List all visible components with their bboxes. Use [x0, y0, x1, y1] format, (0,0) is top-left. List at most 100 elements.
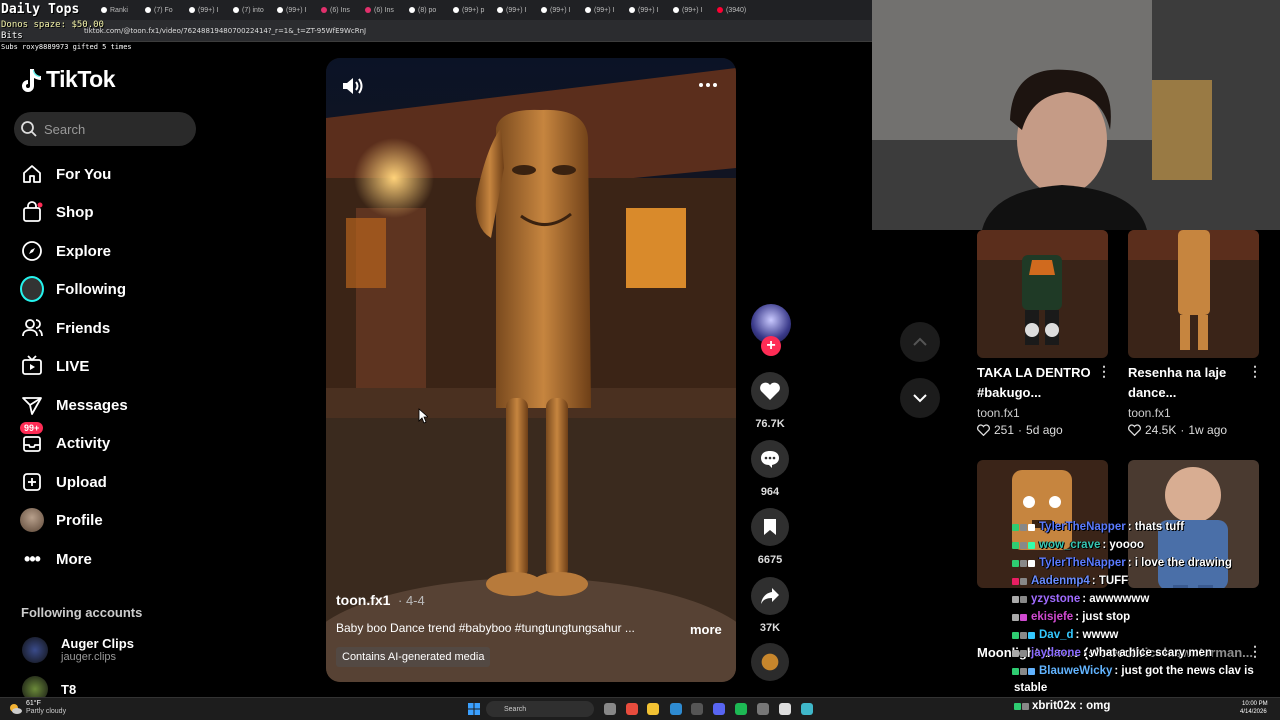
search-input[interactable] — [44, 121, 184, 137]
browser-tab[interactable]: (99+) I — [624, 2, 666, 18]
suggested-video-author[interactable]: toon.fx1 — [1128, 406, 1171, 420]
chat-message: xbrit02x : omg — [1014, 700, 1110, 712]
suggested-video-thumbnail[interactable] — [1128, 230, 1259, 358]
chat-username: Aadenmp4 — [1031, 575, 1090, 587]
app-icon[interactable] — [801, 703, 813, 715]
previous-video-button[interactable] — [900, 322, 940, 362]
chrome-icon[interactable] — [626, 703, 638, 715]
suggested-video-title[interactable]: TAKA LA DENTRO #bakugo... — [977, 363, 1095, 403]
video-menu-icon[interactable]: ⋮ — [1248, 363, 1262, 380]
account-avatar — [22, 636, 48, 663]
chat-badges-icon — [1012, 559, 1035, 567]
app-icon[interactable] — [670, 703, 682, 715]
spotify-icon[interactable] — [735, 703, 747, 715]
search-box[interactable] — [14, 112, 196, 146]
taskbar-search[interactable]: Search — [486, 701, 594, 717]
chat-text: : omg — [1079, 700, 1111, 712]
bookmark-button[interactable] — [751, 508, 789, 546]
app-icon[interactable] — [779, 703, 791, 715]
dot-icon — [699, 83, 703, 87]
chat-badges-icon — [1012, 595, 1027, 603]
thumbnail-image — [1128, 230, 1259, 358]
browser-tab[interactable]: (7) Fo — [140, 2, 182, 18]
browser-tab[interactable]: (99+) I — [272, 2, 314, 18]
browser-tab[interactable]: Ranki — [96, 2, 138, 18]
address-bar[interactable]: tiktok.com/@toon.fx1/video/7624881948070… — [0, 20, 872, 42]
nav-following[interactable]: Following — [20, 274, 220, 304]
share-button[interactable] — [751, 577, 789, 615]
send-icon — [20, 393, 44, 417]
browser-tab[interactable]: (7) into — [228, 2, 270, 18]
chat-text: : just stop — [1075, 611, 1131, 623]
webcam-image — [872, 0, 1280, 230]
follow-plus-button[interactable]: + — [761, 336, 781, 356]
browser-tab[interactable]: (6) Ins — [360, 2, 402, 18]
discord-icon[interactable] — [713, 703, 725, 715]
following-accounts-header: Following accounts — [21, 605, 143, 620]
nav-upload[interactable]: Upload — [20, 467, 220, 497]
browser-tab[interactable]: (99+) I — [492, 2, 534, 18]
nav-live[interactable]: LIVE — [20, 351, 220, 381]
browser-tab[interactable]: (99+) I — [536, 2, 578, 18]
nav-activity[interactable]: 99+ Activity — [20, 422, 220, 458]
nav-shop[interactable]: Shop — [20, 197, 220, 227]
chat-text: : just got the news clav is — [1114, 665, 1254, 677]
chat-badges-icon — [1012, 541, 1035, 549]
next-video-button[interactable] — [900, 378, 940, 418]
nav-more[interactable]: ••• More — [20, 544, 220, 574]
file-explorer-icon[interactable] — [647, 703, 659, 715]
task-view-icon[interactable] — [604, 703, 616, 715]
nav-for-you[interactable]: For You — [20, 159, 220, 189]
compass-icon — [20, 239, 44, 263]
account-handle: jauger.clips — [61, 651, 117, 663]
plus-square-icon — [20, 470, 44, 494]
video-author[interactable]: toon.fx1 — [336, 592, 390, 608]
chat-username: yzystone — [1031, 593, 1081, 605]
windows-start-icon[interactable] — [468, 703, 480, 715]
weather-temperature: 61°F — [26, 700, 41, 707]
chat-message: jaydaone: what a nice scary men — [1012, 644, 1280, 662]
like-button[interactable] — [751, 372, 789, 410]
music-disc-icon[interactable] — [751, 643, 789, 681]
browser-tab[interactable]: (99+) p — [448, 2, 490, 18]
browser-tab[interactable]: (99+) I — [668, 2, 710, 18]
speaker-icon — [343, 78, 363, 94]
chat-text: : yoooo — [1102, 539, 1144, 551]
browser-tab[interactable]: (6) Ins — [316, 2, 358, 18]
tiktok-logo[interactable]: TikTok — [20, 66, 116, 93]
chat-badges-icon — [1012, 577, 1027, 585]
chat-message: wow_crave: yoooo — [1012, 536, 1280, 554]
tab-favicon-icon — [541, 7, 547, 13]
stream-bits: Bits — [1, 31, 23, 41]
chat-username: xbrit02x — [1032, 700, 1077, 712]
caption-more-link[interactable]: more — [690, 622, 722, 637]
suggested-video-author[interactable]: toon.fx1 — [977, 406, 1020, 420]
following-account[interactable]: Auger Clips jauger.clips — [22, 636, 134, 663]
search-icon — [21, 121, 37, 137]
tab-favicon-icon — [189, 7, 195, 13]
nav-profile[interactable]: Profile — [20, 505, 220, 535]
steam-icon[interactable] — [757, 703, 769, 715]
account-name: Auger Clips — [61, 636, 134, 651]
volume-button[interactable] — [341, 75, 365, 97]
browser-tab[interactable]: (99+) I — [184, 2, 226, 18]
chat-text: : awwwwww — [1082, 593, 1150, 605]
browser-tab[interactable]: (99+) I — [580, 2, 622, 18]
nav-friends[interactable]: Friends — [20, 313, 220, 343]
obs-icon[interactable] — [691, 703, 703, 715]
nav-messages[interactable]: Messages — [20, 390, 220, 420]
browser-tab[interactable]: (8) po — [404, 2, 446, 18]
chat-username: Dav_d — [1039, 629, 1074, 641]
tab-favicon-icon — [497, 7, 503, 13]
browser-tab[interactable]: (3940) — [712, 2, 754, 18]
thumbnail-image — [977, 230, 1108, 358]
video-menu-icon[interactable]: ⋮ — [1097, 363, 1111, 380]
video-options-button[interactable] — [696, 78, 720, 92]
live-tv-icon — [20, 354, 44, 378]
comment-button[interactable] — [751, 440, 789, 478]
suggested-video-title[interactable]: Resenha na laje dance... — [1128, 363, 1246, 403]
video-player[interactable] — [326, 58, 736, 682]
suggested-video-thumbnail[interactable] — [977, 230, 1108, 358]
avatar-icon — [20, 276, 44, 302]
nav-explore[interactable]: Explore — [20, 236, 220, 266]
